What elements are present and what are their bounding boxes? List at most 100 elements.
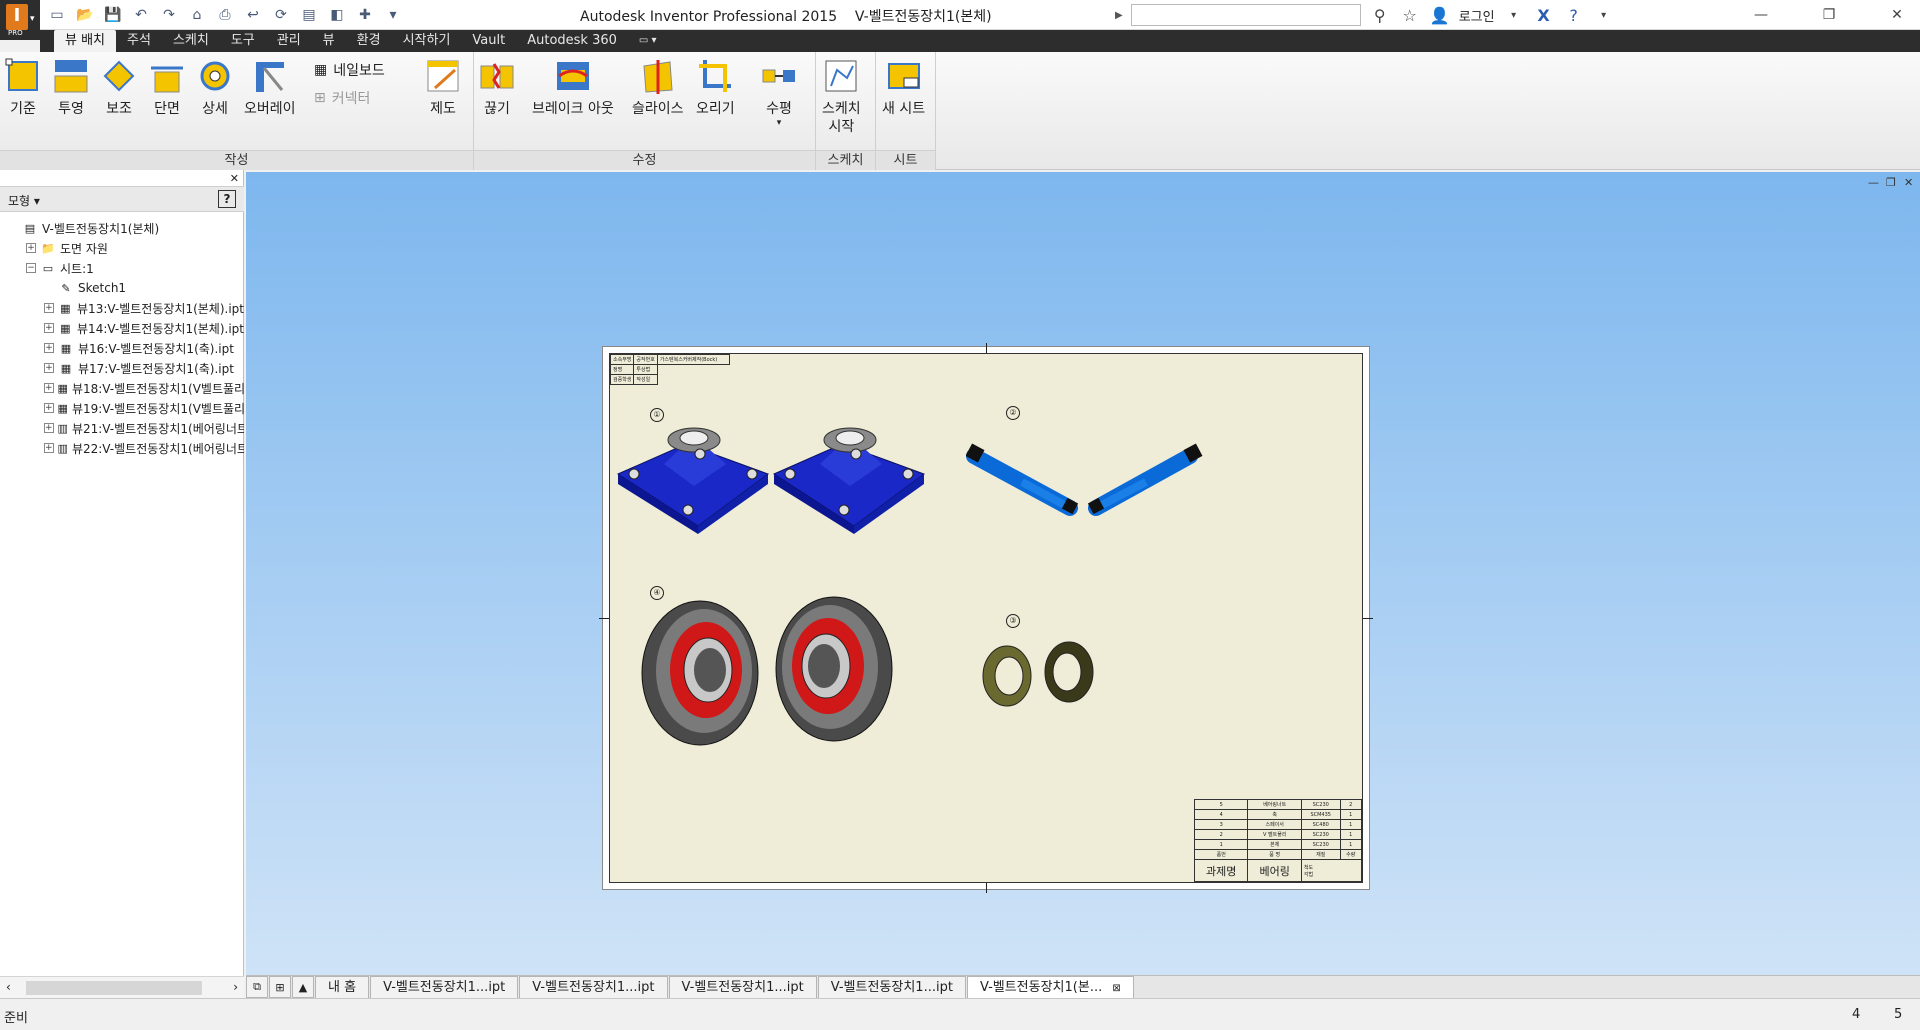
tree-node[interactable]: − ▭ 시트:1: [0, 258, 244, 278]
restore-icon[interactable]: ❐: [1886, 176, 1896, 189]
tree-node[interactable]: + ▦ 뷰19:V-벨트전동장치1(V벨트풀리): [0, 398, 244, 418]
tab-vault[interactable]: Vault: [461, 30, 516, 52]
exchange-icon[interactable]: X: [1533, 6, 1555, 25]
help-icon[interactable]: ?: [218, 190, 236, 208]
chevron-down-icon[interactable]: ▾: [1593, 10, 1615, 21]
expand-icon[interactable]: +: [44, 323, 54, 333]
print-icon[interactable]: ⎙: [214, 4, 236, 26]
close-icon[interactable]: ✕: [1904, 176, 1913, 189]
tree-node[interactable]: + ▦ 뷰18:V-벨트전동장치1(V벨트풀리): [0, 378, 244, 398]
customize-icon[interactable]: ▾: [382, 4, 404, 26]
crop-button[interactable]: 오리기: [696, 56, 735, 118]
new-icon[interactable]: ▭: [46, 4, 68, 26]
tab-document[interactable]: V-벨트전동장치1...ipt: [817, 976, 966, 998]
help-search-input[interactable]: [1130, 4, 1361, 26]
tile-windows-icon[interactable]: ⊞: [269, 976, 291, 998]
balloon-2[interactable]: ②: [1006, 406, 1020, 420]
new-sheet-button[interactable]: 새 시트: [882, 56, 925, 118]
slice-button[interactable]: 슬라이스: [632, 56, 684, 118]
balloon-3[interactable]: ③: [1006, 614, 1020, 628]
expand-icon[interactable]: +: [44, 363, 54, 373]
overlay-view-button[interactable]: 오버레이: [244, 56, 296, 118]
housing-view-2[interactable]: [772, 426, 930, 536]
collapse-icon[interactable]: −: [26, 263, 36, 273]
star-icon[interactable]: ☆: [1399, 6, 1421, 25]
pulley-view-2[interactable]: [772, 594, 896, 744]
tree-node[interactable]: + ▦ 뷰17:V-벨트전동장치1(축).ipt: [0, 358, 244, 378]
tab-get-started[interactable]: 시작하기: [392, 30, 462, 52]
graphics-window[interactable]: — ❐ ✕ 소속부명 공작번호 가스텐복스커버제작(Bock) 정명 투상법 검…: [246, 172, 1920, 975]
tab-document[interactable]: V-벨트전동장치1...ipt: [370, 976, 519, 998]
drafting-button[interactable]: 제도: [424, 56, 462, 118]
open-icon[interactable]: 📂: [74, 4, 96, 26]
binoculars-icon[interactable]: ⚲: [1369, 6, 1391, 25]
tab-tools[interactable]: 도구: [220, 30, 266, 52]
tree-node[interactable]: + ▦ 뷰16:V-벨트전동장치1(축).ipt: [0, 338, 244, 358]
expand-icon[interactable]: +: [26, 243, 36, 253]
cascade-windows-icon[interactable]: ⧉: [246, 976, 268, 998]
nailboard-button[interactable]: ▦ 네일보드: [314, 60, 385, 80]
home-icon[interactable]: ⌂: [186, 4, 208, 26]
tab-environments[interactable]: 환경: [346, 30, 392, 52]
tree-node[interactable]: + ▦ 뷰14:V-벨트전동장치1(본체).ipt: [0, 318, 244, 338]
appearance-icon[interactable]: ◧: [326, 4, 348, 26]
scrollbar-thumb[interactable]: [26, 981, 202, 995]
ribbon-display-toggle[interactable]: ▭ ▾: [628, 30, 668, 52]
expand-icon[interactable]: +: [44, 443, 54, 453]
base-view-button[interactable]: 기준: [4, 56, 42, 118]
tab-document[interactable]: V-벨트전동장치1...ipt: [668, 976, 817, 998]
scroll-left-icon[interactable]: ‹: [6, 980, 11, 994]
start-sketch-button[interactable]: 스케치 시작: [822, 56, 861, 136]
tree-node[interactable]: + ▦ 뷰13:V-벨트전동장치1(본체).ipt: [0, 298, 244, 318]
tab-active-drawing[interactable]: V-벨트전동장치1(본... ⊠: [966, 976, 1134, 998]
housing-view-1[interactable]: [616, 426, 774, 536]
tree-node[interactable]: ✎ Sketch1: [0, 278, 244, 298]
auxiliary-view-button[interactable]: 보조: [100, 56, 138, 118]
properties-icon[interactable]: ▤: [298, 4, 320, 26]
tab-place-views[interactable]: 뷰 배치: [54, 30, 117, 52]
browser-title-dropdown[interactable]: 모형 ▾: [8, 192, 40, 209]
scroll-right-icon[interactable]: ›: [233, 980, 238, 994]
bearing-nut-view-2[interactable]: [1042, 640, 1096, 704]
break-button[interactable]: 끊기: [478, 56, 516, 118]
browser-horizontal-scrollbar[interactable]: ‹ ›: [0, 976, 244, 998]
tree-node[interactable]: + 📁 도면 자원: [0, 238, 244, 258]
section-view-button[interactable]: 단면: [148, 56, 186, 118]
projected-view-button[interactable]: 투영: [52, 56, 90, 118]
minimize-icon[interactable]: —: [1868, 176, 1879, 189]
tab-annotate[interactable]: 주석: [116, 30, 162, 52]
tab-my-home[interactable]: 내 홈: [315, 976, 370, 998]
tree-node[interactable]: + ▥ 뷰21:V-벨트전동장치1(베어링너트: [0, 418, 244, 438]
login-button[interactable]: 로그인: [1459, 6, 1495, 25]
expand-icon[interactable]: +: [44, 343, 54, 353]
expand-icon[interactable]: +: [44, 403, 54, 413]
tab-autodesk-360[interactable]: Autodesk 360: [516, 30, 628, 52]
close-icon[interactable]: ✕: [230, 172, 239, 185]
expand-arrow-icon[interactable]: ▶: [1115, 10, 1123, 21]
shaft-view-1[interactable]: [966, 442, 1086, 522]
return-icon[interactable]: ↩: [242, 4, 264, 26]
close-icon[interactable]: ✕: [1874, 0, 1920, 30]
close-icon[interactable]: ⊠: [1112, 983, 1120, 994]
tree-node[interactable]: ▤ V-벨트전동장치1(본체): [0, 218, 244, 238]
open-documents-menu-icon[interactable]: ▲: [292, 976, 314, 998]
pulley-view-1[interactable]: [638, 598, 762, 748]
user-icon[interactable]: 👤: [1429, 6, 1451, 25]
detail-view-button[interactable]: 상세: [196, 56, 234, 118]
tab-sketch[interactable]: 스케치: [162, 30, 220, 52]
application-menu-button[interactable]: I PRO ▾: [0, 0, 40, 40]
tab-view[interactable]: 뷰: [312, 30, 346, 52]
add-icon[interactable]: ✚: [354, 4, 376, 26]
shaft-view-2[interactable]: [1086, 442, 1206, 522]
tree-node[interactable]: + ▥ 뷰22:V-벨트전동장치1(베어링너트: [0, 438, 244, 458]
update-icon[interactable]: ⟳: [270, 4, 292, 26]
chevron-down-icon[interactable]: ▾: [1503, 10, 1525, 21]
restore-icon[interactable]: ❐: [1806, 0, 1852, 30]
expand-icon[interactable]: +: [44, 303, 54, 313]
bearing-nut-view-1[interactable]: [980, 644, 1034, 708]
break-out-button[interactable]: 브레이크 아웃: [532, 56, 614, 118]
expand-icon[interactable]: +: [44, 423, 54, 433]
minimize-icon[interactable]: —: [1738, 0, 1784, 30]
drawing-sheet[interactable]: 소속부명 공작번호 가스텐복스커버제작(Bock) 정명 투상법 검증학생 작성…: [599, 343, 1373, 893]
tab-manage[interactable]: 관리: [266, 30, 312, 52]
